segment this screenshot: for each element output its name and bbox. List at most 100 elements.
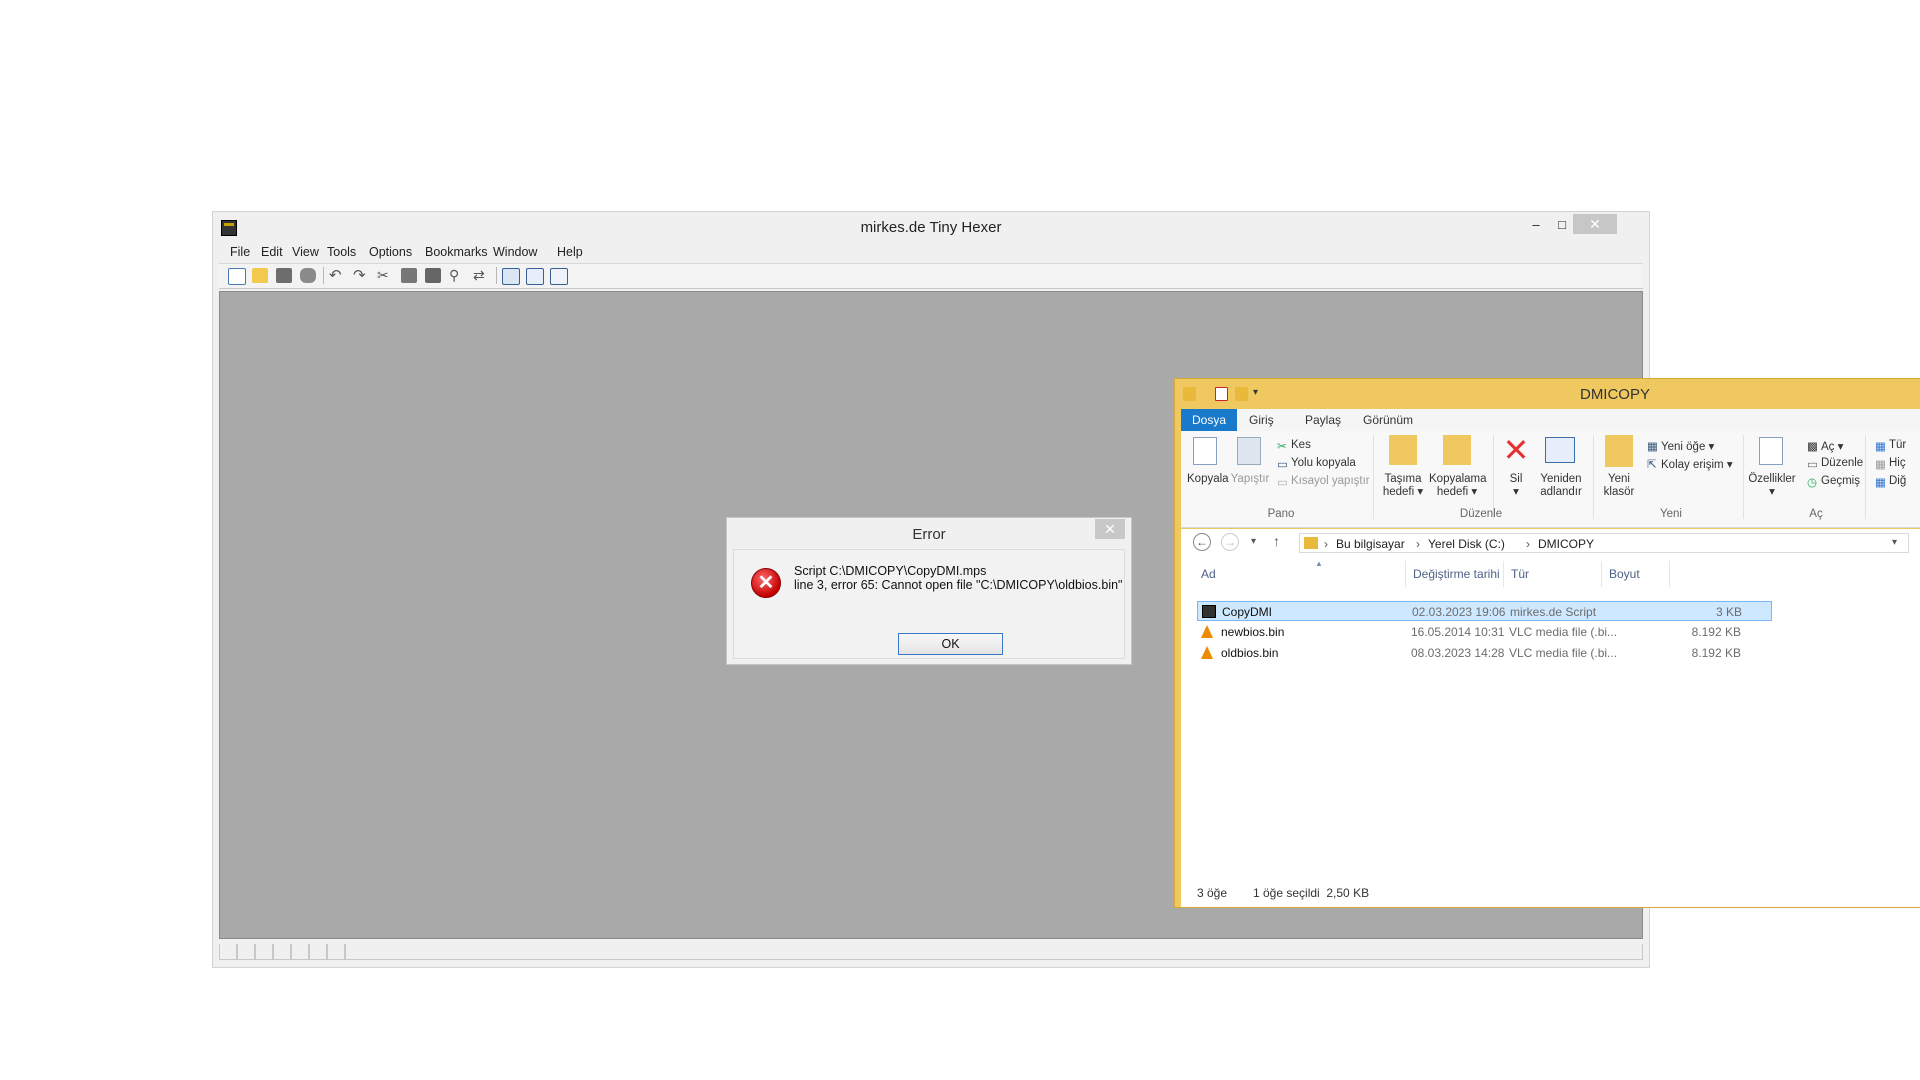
- open-folder-icon[interactable]: [252, 268, 268, 283]
- chevron-down-icon[interactable]: ▾: [1892, 537, 1897, 548]
- new-folder-large-icon[interactable]: [1605, 435, 1633, 467]
- file-list: Ad ▲ Değiştirme tarihi Tür Boyut CopyDMI…: [1181, 559, 1920, 877]
- new-folder-button[interactable]: Yeni klasör: [1599, 473, 1639, 499]
- view-text-icon[interactable]: [526, 268, 544, 285]
- copy-icon[interactable]: [401, 268, 417, 283]
- maximize-button[interactable]: □: [1549, 216, 1575, 234]
- easy-access-button[interactable]: Kolay erişim ▾: [1661, 457, 1733, 471]
- status-cell: [255, 944, 273, 960]
- new-file-icon[interactable]: [228, 268, 246, 285]
- delete-button[interactable]: Sil ▾: [1501, 473, 1531, 499]
- properties-large-icon[interactable]: [1759, 437, 1783, 465]
- file-size: 8.192 KB: [1691, 646, 1741, 660]
- view-tile-icon[interactable]: [550, 268, 568, 285]
- chevron-right-icon: ›: [1416, 537, 1420, 551]
- group-organize-label: Düzenle: [1459, 508, 1503, 520]
- script-icon: [1202, 605, 1216, 618]
- address-box[interactable]: › Bu bilgisayar › Yerel Disk (C:) › DMIC…: [1299, 533, 1909, 553]
- cut-button[interactable]: Kes: [1291, 439, 1311, 451]
- recent-locations-icon[interactable]: ▾: [1251, 536, 1256, 547]
- copy-large-icon[interactable]: [1193, 437, 1217, 465]
- file-row-oldbios[interactable]: oldbios.bin 08.03.2023 14:28 VLC media f…: [1197, 643, 1777, 663]
- menu-bookmarks[interactable]: Bookmarks: [425, 245, 488, 259]
- rename-icon[interactable]: [1545, 437, 1575, 463]
- tab-home[interactable]: Giriş: [1249, 413, 1274, 427]
- undo-icon[interactable]: ↶: [329, 268, 345, 283]
- status-cell: [237, 944, 255, 960]
- file-name: oldbios.bin: [1221, 646, 1279, 660]
- column-size[interactable]: Boyut: [1609, 567, 1640, 581]
- column-name[interactable]: Ad: [1201, 567, 1216, 581]
- move-to-icon[interactable]: [1389, 435, 1417, 465]
- menu-tools[interactable]: Tools: [327, 245, 356, 259]
- history-icon: ◷: [1807, 477, 1818, 489]
- file-row-copydmi[interactable]: CopyDMI 02.03.2023 19:06 mirkes.de Scrip…: [1197, 601, 1772, 621]
- dialog-close-button[interactable]: ✕: [1095, 519, 1125, 539]
- file-row-newbios[interactable]: newbios.bin 16.05.2014 10:31 VLC media f…: [1197, 622, 1777, 642]
- copy-to-icon[interactable]: [1443, 435, 1471, 465]
- view-hex-icon[interactable]: [502, 268, 520, 285]
- status-cell: [345, 944, 1643, 960]
- replace-icon[interactable]: ⇄: [473, 268, 489, 283]
- paste-button[interactable]: Yapıştır: [1229, 473, 1271, 486]
- forward-button[interactable]: →: [1221, 533, 1239, 551]
- file-type: VLC media file (.bi...: [1509, 646, 1618, 660]
- back-button[interactable]: ←: [1193, 533, 1211, 551]
- error-icon: ✕: [751, 568, 781, 598]
- menu-help[interactable]: Help: [557, 245, 583, 259]
- select-none-icon: ▦: [1875, 459, 1886, 471]
- folder-icon: [1304, 537, 1318, 549]
- ok-button[interactable]: OK: [898, 633, 1003, 655]
- status-bar: [219, 944, 1643, 962]
- cut-icon[interactable]: ✂: [377, 268, 393, 283]
- file-type: mirkes.de Script: [1510, 605, 1597, 619]
- move-to-button[interactable]: Taşıma hedefi ▾: [1379, 473, 1427, 499]
- easy-access-icon: ⇱: [1647, 459, 1657, 471]
- copy-path-button[interactable]: Yolu kopyala: [1291, 457, 1356, 469]
- close-button[interactable]: ✕: [1573, 214, 1617, 234]
- minimize-button[interactable]: –: [1523, 216, 1549, 234]
- delete-icon[interactable]: ✕: [1501, 433, 1531, 467]
- column-type[interactable]: Tür: [1511, 567, 1529, 581]
- properties-button[interactable]: Özellikler ▾: [1745, 473, 1799, 499]
- select-all-icon: ▦: [1875, 441, 1886, 453]
- menu-options[interactable]: Options: [369, 245, 412, 259]
- copy-button[interactable]: Kopyala: [1187, 473, 1229, 486]
- ribbon: Kopyala Yapıştır ✂ Kes ▭ Yolu kopyala ▭ …: [1181, 431, 1920, 528]
- breadcrumb-this-pc[interactable]: Bu bilgisayar: [1336, 537, 1405, 551]
- invert-selection-button[interactable]: Diğ: [1889, 475, 1906, 487]
- tab-share[interactable]: Paylaş: [1305, 413, 1341, 427]
- edit-button[interactable]: Düzenle: [1821, 457, 1863, 469]
- menu-edit[interactable]: Edit: [261, 245, 283, 259]
- rename-button[interactable]: Yeniden adlandır: [1537, 473, 1585, 499]
- paste-icon[interactable]: [425, 268, 441, 283]
- menu-view[interactable]: View: [292, 245, 319, 259]
- save-icon[interactable]: [276, 268, 292, 283]
- select-none-button[interactable]: Hiç: [1889, 457, 1906, 469]
- selection-info: 1 öğe seçildi 2,50 KB: [1253, 886, 1370, 900]
- open-button[interactable]: Aç ▾: [1821, 439, 1843, 453]
- history-button[interactable]: Geçmiş: [1821, 475, 1860, 487]
- redo-icon[interactable]: ↷: [353, 268, 369, 283]
- save-all-icon[interactable]: [300, 268, 316, 283]
- file-date: 02.03.2023 19:06: [1412, 605, 1506, 619]
- breadcrumb-local-disk[interactable]: Yerel Disk (C:): [1428, 537, 1505, 551]
- tab-file[interactable]: Dosya: [1181, 409, 1237, 431]
- menu-window[interactable]: Window: [493, 245, 537, 259]
- find-icon[interactable]: ⚲: [449, 268, 465, 283]
- title-bar[interactable]: mirkes.de Tiny Hexer – □ ✕: [213, 212, 1649, 240]
- column-date[interactable]: Değiştirme tarihi: [1413, 567, 1500, 581]
- copy-to-button[interactable]: Kopyalama hedefi ▾: [1429, 473, 1487, 499]
- paste-shortcut-button[interactable]: Kısayol yapıştır: [1291, 475, 1370, 487]
- up-button[interactable]: ↑: [1273, 533, 1280, 549]
- select-all-button[interactable]: Tür: [1889, 439, 1906, 451]
- new-item-button[interactable]: Yeni öğe ▾: [1661, 439, 1714, 453]
- group-new-label: Yeni: [1660, 508, 1682, 520]
- paste-large-icon[interactable]: [1237, 437, 1261, 465]
- breadcrumb-dmicopy[interactable]: DMICOPY: [1538, 537, 1594, 551]
- menu-file[interactable]: File: [230, 245, 250, 259]
- status-cell: [219, 944, 237, 960]
- tab-view[interactable]: Görünüm: [1363, 413, 1413, 427]
- error-dialog: Error ✕ ✕ Script C:\DMICOPY\CopyDMI.mps …: [726, 517, 1132, 665]
- toolbar: ↶ ↷ ✂ ⚲ ⇄: [219, 263, 1643, 289]
